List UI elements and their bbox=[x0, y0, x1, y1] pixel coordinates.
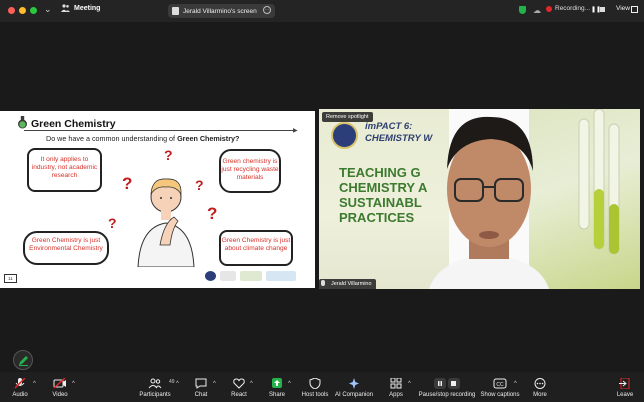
misconception-bubble-1: It only applies to industry, not academi… bbox=[27, 148, 102, 192]
apps-button[interactable]: Apps bbox=[368, 378, 424, 398]
background-title: imPACT 6: bbox=[365, 121, 413, 132]
top-bar: ⌄ Meeting Jerald Villarmino's screen ···… bbox=[0, 0, 644, 22]
logo-icon bbox=[266, 271, 296, 281]
mic-icon bbox=[321, 280, 325, 286]
participant-video-tile[interactable]: imPACT 6: CHEMISTRY W TEACHING G CHEMIST… bbox=[319, 109, 640, 289]
close-window-button[interactable] bbox=[8, 7, 15, 14]
recording-status: Recording... bbox=[546, 5, 590, 12]
misconception-bubble-2: Green chemistry is just recycling waste … bbox=[219, 149, 281, 193]
background-text-line-2: CHEMISTRY A bbox=[339, 180, 428, 195]
video-options-caret-icon[interactable]: ^ bbox=[72, 381, 75, 387]
svg-text:CC: CC bbox=[496, 382, 504, 388]
heart-icon bbox=[233, 378, 245, 389]
shared-slide: Green Chemistry ▶ Do we have a common un… bbox=[0, 111, 315, 288]
question-mark-icon: ? bbox=[207, 204, 218, 223]
background-subtitle: CHEMISTRY W bbox=[365, 133, 433, 144]
sparkle-icon bbox=[349, 378, 359, 389]
logo-icon bbox=[205, 271, 216, 281]
annotate-button[interactable] bbox=[13, 350, 33, 370]
cloud-icon: ☁ bbox=[533, 6, 541, 15]
apps-options-caret-icon[interactable]: ^ bbox=[408, 381, 411, 387]
leave-label: Leave bbox=[616, 392, 634, 398]
more-label: More bbox=[533, 392, 547, 398]
captions-icon: CC bbox=[493, 378, 507, 389]
recording-indicator-icon bbox=[546, 5, 552, 12]
more-icon bbox=[534, 378, 546, 389]
screen-share-icon bbox=[172, 7, 179, 15]
security-shield-icon[interactable] bbox=[519, 6, 526, 14]
question-bold: Green Chemistry? bbox=[177, 134, 240, 143]
audio-label: Audio bbox=[12, 392, 28, 398]
maximize-window-button[interactable] bbox=[30, 7, 37, 14]
view-icon[interactable] bbox=[631, 6, 638, 13]
question-mark-icon: ? bbox=[164, 147, 173, 163]
arrow-head-icon: ▶ bbox=[293, 128, 298, 134]
microphone-muted-icon bbox=[14, 378, 26, 389]
misconception-bubble-3: Green Chemistry is just Environmental Ch… bbox=[23, 231, 109, 265]
video-button[interactable]: Video bbox=[32, 378, 88, 398]
slide-page-number: 11 bbox=[4, 274, 17, 283]
apps-label: Apps bbox=[389, 392, 403, 398]
options-icon[interactable]: ··· bbox=[263, 6, 271, 14]
thinking-person-illustration bbox=[137, 178, 195, 267]
share-label: Share bbox=[268, 392, 285, 398]
pause-stop-label: Pause/stop recording bbox=[418, 392, 476, 398]
share-screen-icon bbox=[272, 378, 282, 388]
apps-icon bbox=[390, 378, 402, 389]
minimize-window-button[interactable] bbox=[19, 7, 26, 14]
video-camera-off-icon bbox=[53, 378, 66, 389]
participant-name: Jerald Villarmino bbox=[331, 281, 372, 287]
more-button[interactable]: More bbox=[512, 378, 568, 398]
question-prefix: Do we have a common understanding of bbox=[46, 134, 178, 143]
recording-label: Recording... bbox=[555, 5, 591, 12]
screen-share-pill[interactable]: Jerald Villarmino's screen ··· bbox=[168, 4, 275, 18]
misconception-bubble-4: Green Chemistry is just about climate ch… bbox=[219, 230, 293, 266]
sponsor-logos bbox=[205, 271, 296, 281]
background-text-line-3: SUSTAINABL bbox=[339, 195, 422, 210]
logo-icon bbox=[220, 271, 236, 281]
host-tools-label: Host tools bbox=[301, 392, 329, 398]
leave-button[interactable]: Leave bbox=[597, 378, 644, 398]
remove-spotlight-button[interactable]: Remove spotlight bbox=[322, 112, 373, 122]
screen-share-label: Jerald Villarmino's screen bbox=[183, 7, 257, 15]
pause-stop-icon bbox=[434, 378, 460, 389]
meeting-toolbar: Audio ^ Video ^ 49 Participants ^ Chat ^… bbox=[0, 372, 644, 402]
pause-recording-icon[interactable]: ❚❚ bbox=[591, 6, 601, 13]
people-icon bbox=[61, 4, 70, 12]
organization-logo-icon bbox=[331, 122, 358, 149]
video-label: Video bbox=[52, 392, 68, 398]
slide-title: Green Chemistry bbox=[31, 118, 116, 130]
shield-icon bbox=[309, 378, 321, 389]
stop-recording-icon[interactable] bbox=[600, 7, 605, 12]
question-mark-icon: ? bbox=[108, 215, 117, 231]
meeting-menu[interactable]: Meeting bbox=[61, 4, 100, 12]
background-text-line-1: TEACHING G bbox=[339, 165, 421, 180]
participant-name-tag: Jerald Villarmino bbox=[319, 279, 376, 289]
chevron-down-icon[interactable]: ⌄ bbox=[44, 4, 52, 15]
participants-label: Participants bbox=[139, 392, 171, 398]
react-label: React bbox=[231, 392, 247, 398]
logo-icon bbox=[240, 271, 262, 281]
view-label[interactable]: View bbox=[616, 5, 630, 12]
slide-question: Do we have a common understanding of Gre… bbox=[46, 134, 239, 143]
background-text-line-4: PRACTICES bbox=[339, 210, 415, 225]
chat-bubble-icon bbox=[195, 378, 207, 389]
chat-label: Chat bbox=[194, 392, 208, 398]
participant-face bbox=[429, 116, 549, 289]
flask-icon bbox=[18, 116, 27, 129]
divider bbox=[24, 130, 296, 131]
pause-stop-recording-button[interactable]: Pause/stop recording bbox=[417, 378, 477, 398]
leave-icon bbox=[619, 378, 630, 389]
meeting-label: Meeting bbox=[74, 4, 101, 12]
participants-icon bbox=[148, 378, 162, 389]
pencil-icon bbox=[18, 355, 28, 366]
